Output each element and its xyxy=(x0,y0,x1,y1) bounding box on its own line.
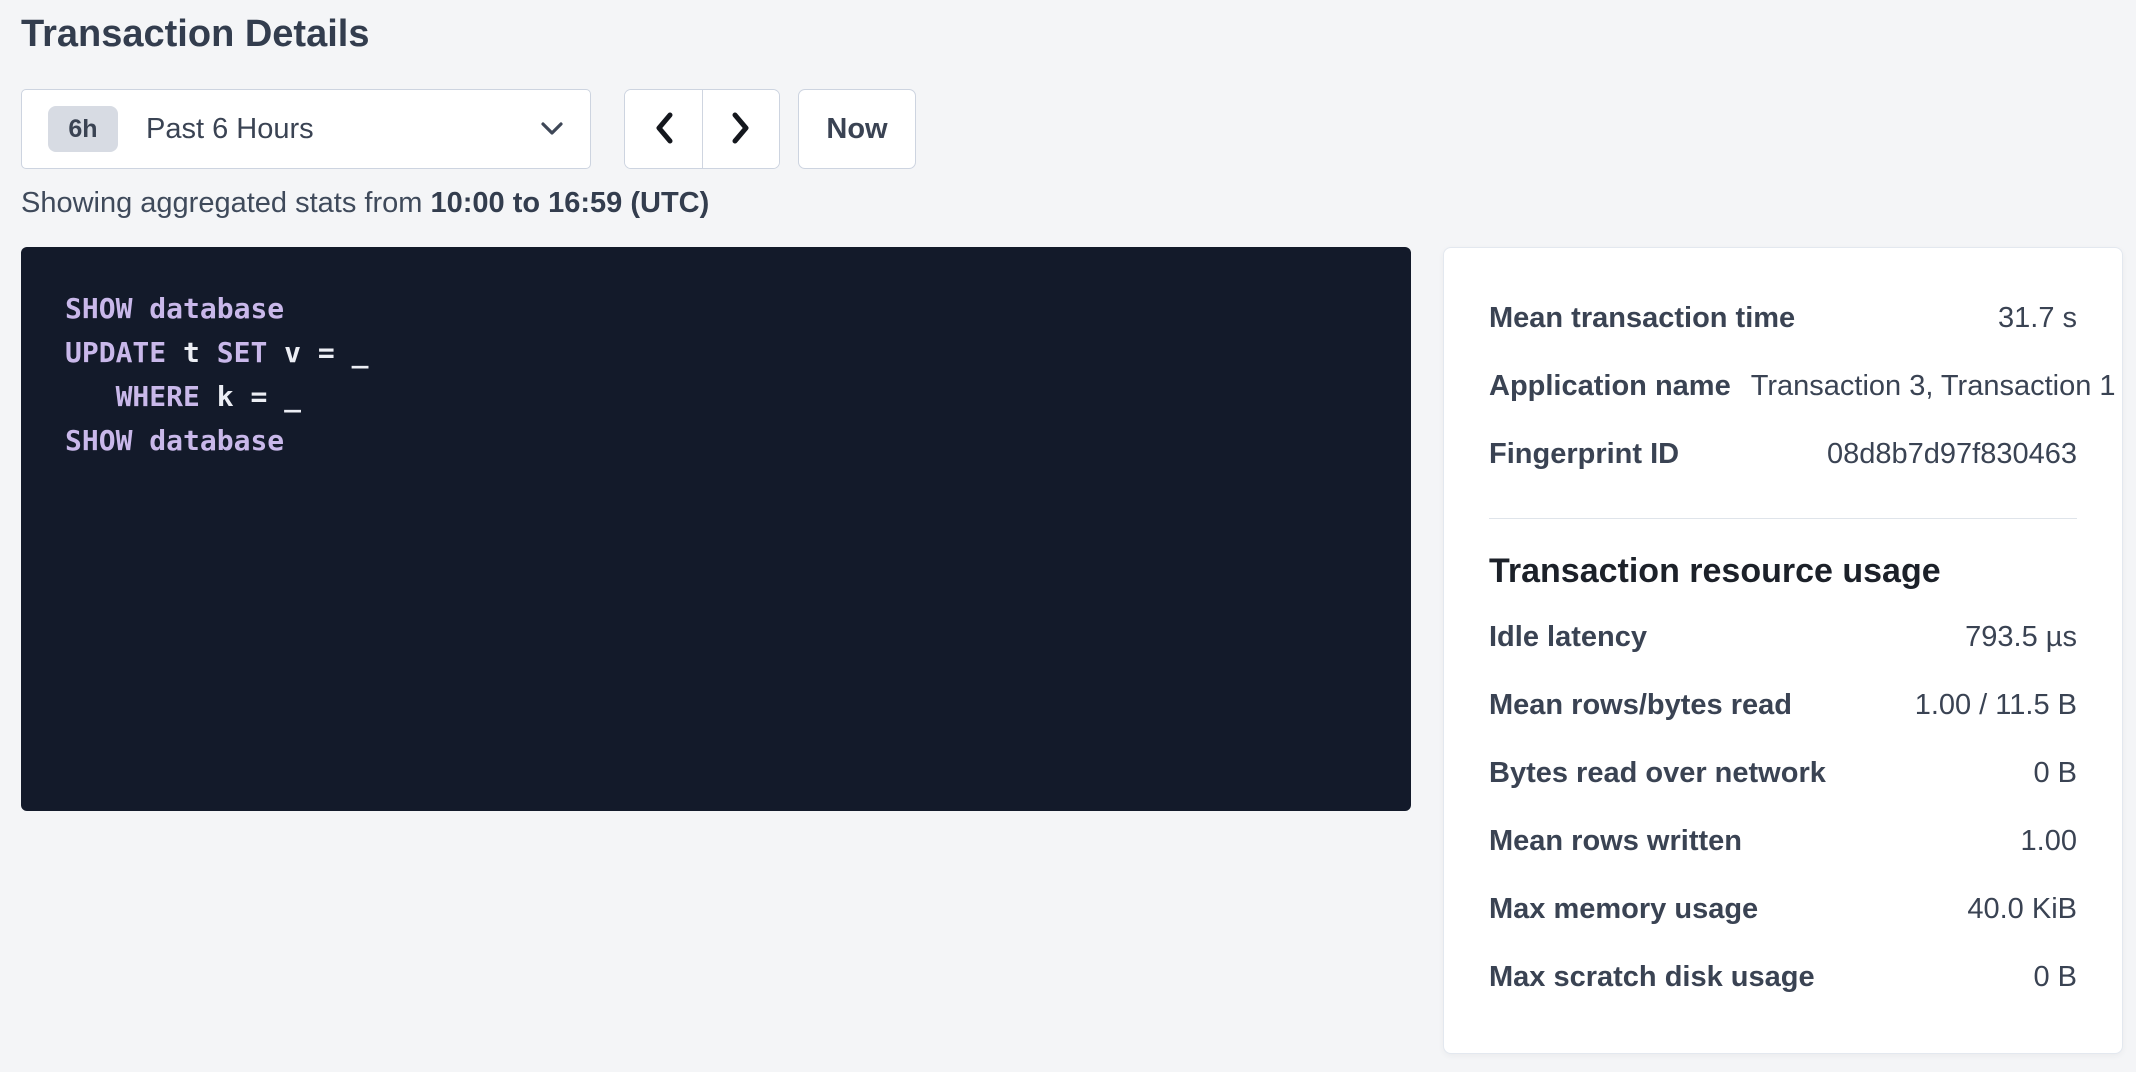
page-title: Transaction Details xyxy=(21,12,2123,56)
stat-row: Fingerprint ID 08d8b7d97f830463 xyxy=(1489,420,2077,488)
next-time-button[interactable] xyxy=(702,90,779,168)
time-range-label: Past 6 Hours xyxy=(146,113,314,146)
summary-rows: Mean transaction time 31.7 s Application… xyxy=(1489,284,2077,488)
stat-label: Application name xyxy=(1489,370,1751,403)
stat-label: Fingerprint ID xyxy=(1489,438,1699,471)
stat-label: Mean rows written xyxy=(1489,825,1762,858)
chevron-left-icon xyxy=(653,111,675,148)
stat-row: Application name Transaction 3, Transact… xyxy=(1489,352,2077,420)
time-range-badge: 6h xyxy=(48,106,118,152)
stat-row: Mean transaction time 31.7 s xyxy=(1489,284,2077,352)
sql-line: WHERE k = _ xyxy=(65,375,1367,419)
stat-value: 793.5 µs xyxy=(1965,621,2077,654)
stat-row: Idle latency 793.5 µs xyxy=(1489,603,2077,671)
transaction-details-card: Mean transaction time 31.7 s Application… xyxy=(1443,247,2123,1054)
stat-value: 1.00 / 11.5 B xyxy=(1915,689,2077,722)
stat-label: Max memory usage xyxy=(1489,893,1778,926)
stat-value: 1.00 xyxy=(2021,825,2077,858)
resource-rows: Idle latency 793.5 µs Mean rows/bytes re… xyxy=(1489,603,2077,1011)
stat-row: Max memory usage 40.0 KiB xyxy=(1489,875,2077,943)
subtitle-prefix: Showing aggregated stats from xyxy=(21,187,430,219)
sql-line: SHOW database xyxy=(65,419,1367,463)
stat-row: Mean rows written 1.00 xyxy=(1489,807,2077,875)
stat-label: Idle latency xyxy=(1489,621,1667,654)
stat-label: Bytes read over network xyxy=(1489,757,1846,790)
main-content: SHOW databaseUPDATE t SET v = _ WHERE k … xyxy=(21,247,2123,1054)
stat-row: Bytes read over network 0 B xyxy=(1489,739,2077,807)
chevron-right-icon xyxy=(730,111,752,148)
stat-label: Mean rows/bytes read xyxy=(1489,689,1812,722)
stat-value: Transaction 3, Transaction 1 xyxy=(1751,370,2116,403)
card-divider xyxy=(1489,518,2077,519)
subtitle-time-range: 10:00 to 16:59 (UTC) xyxy=(430,187,709,219)
time-controls: 6h Past 6 Hours xyxy=(21,89,2123,169)
sql-line: UPDATE t SET v = _ xyxy=(65,331,1367,375)
stat-row: Mean rows/bytes read 1.00 / 11.5 B xyxy=(1489,671,2077,739)
time-nav-button-group xyxy=(624,89,780,169)
stat-label: Max scratch disk usage xyxy=(1489,961,1835,994)
stat-value: 31.7 s xyxy=(1998,302,2077,335)
stat-value: 08d8b7d97f830463 xyxy=(1827,438,2077,471)
stat-label: Mean transaction time xyxy=(1489,302,1815,335)
sql-statement-box: SHOW databaseUPDATE t SET v = _ WHERE k … xyxy=(21,247,1411,811)
sql-line: SHOW database xyxy=(65,287,1367,331)
stat-value: 40.0 KiB xyxy=(1967,893,2077,926)
transaction-details-page: Transaction Details 6h Past 6 Hours xyxy=(0,0,2136,1054)
prev-time-button[interactable] xyxy=(625,90,702,168)
time-range-dropdown[interactable]: 6h Past 6 Hours xyxy=(21,89,591,169)
aggregated-stats-subtitle: Showing aggregated stats from 10:00 to 1… xyxy=(21,185,2123,221)
stat-row: Max scratch disk usage 0 B xyxy=(1489,943,2077,1011)
resource-usage-heading: Transaction resource usage xyxy=(1489,549,2077,593)
chevron-down-icon xyxy=(540,121,564,137)
stat-value: 0 B xyxy=(2033,961,2077,994)
now-button[interactable]: Now xyxy=(798,89,916,169)
stat-value: 0 B xyxy=(2033,757,2077,790)
